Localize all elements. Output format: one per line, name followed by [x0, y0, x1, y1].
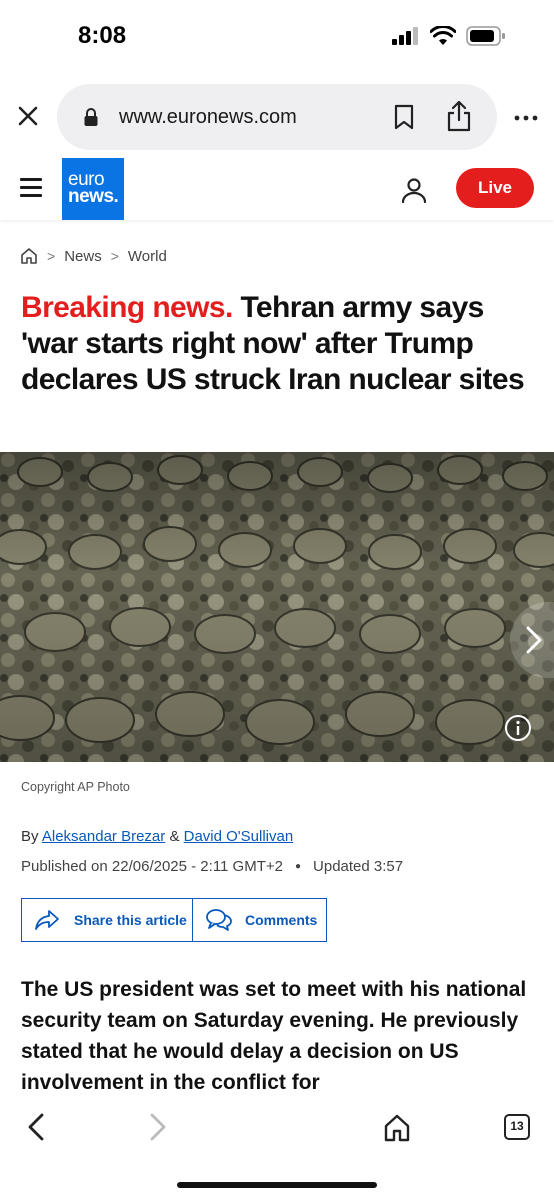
tabs-icon[interactable]: 13: [504, 1114, 530, 1140]
live-button[interactable]: Live: [456, 168, 534, 208]
signal-icon: [392, 27, 418, 45]
home-icon[interactable]: [20, 247, 38, 265]
more-icon[interactable]: [512, 104, 540, 132]
comments-icon: [206, 909, 232, 931]
comments-label: Comments: [245, 912, 318, 928]
home-icon[interactable]: [382, 1113, 412, 1143]
close-icon[interactable]: [14, 102, 42, 130]
breadcrumb-separator: >: [47, 248, 56, 264]
status-icons: [392, 26, 506, 46]
site-header: euro news. Live: [0, 156, 554, 220]
menu-icon[interactable]: [20, 178, 42, 198]
euronews-logo[interactable]: euro news.: [62, 158, 124, 220]
dot-separator: ●: [294, 861, 302, 872]
logo-line2: news.: [68, 186, 119, 207]
published-date: Published on 22/06/2025 - 2:11 GMT+2: [21, 858, 283, 875]
article-actions: Share this article Comments: [21, 898, 327, 942]
status-bar: 8:08: [0, 0, 554, 72]
lock-icon: [84, 108, 98, 126]
breadcrumb-world[interactable]: World: [128, 248, 167, 265]
share-arrow-icon: [35, 910, 59, 930]
photo-copyright: Copyright AP Photo: [21, 780, 130, 794]
browser-toolbar: 13: [0, 1100, 554, 1200]
battery-icon: [466, 26, 505, 46]
address-bar[interactable]: www.euronews.com: [57, 84, 497, 150]
author-link-1[interactable]: Aleksandar Brezar: [42, 828, 165, 845]
share-label: Share this article: [74, 912, 187, 928]
soldiers-image: [0, 452, 554, 762]
chevron-right-icon: [526, 626, 542, 654]
article-headline: Breaking news. Tehran army says 'war sta…: [21, 290, 531, 398]
by-label: By: [21, 828, 39, 845]
article-lead: The US president was set to meet with hi…: [21, 978, 527, 1094]
home-indicator: [177, 1182, 377, 1188]
back-icon[interactable]: [24, 1112, 50, 1142]
author-link-2[interactable]: David O'Sullivan: [184, 828, 294, 845]
breaking-news-label: Breaking news.: [21, 291, 233, 324]
comments-button[interactable]: Comments: [193, 899, 326, 941]
bookmark-icon[interactable]: [393, 104, 415, 130]
info-icon[interactable]: [504, 714, 532, 742]
user-icon[interactable]: [400, 176, 428, 204]
article-photo[interactable]: [0, 452, 554, 762]
wifi-icon: [430, 26, 456, 45]
byline: By Aleksandar Brezar & David O'Sullivan: [21, 828, 293, 845]
amp-label: &: [169, 828, 180, 845]
browser-bar: www.euronews.com: [0, 82, 554, 152]
breadcrumb: > News > World: [20, 247, 167, 265]
publish-info: Published on 22/06/2025 - 2:11 GMT+2 ● U…: [21, 858, 403, 875]
status-time: 8:08: [78, 22, 127, 49]
breadcrumb-news[interactable]: News: [64, 248, 102, 265]
updated-time: Updated 3:57: [313, 858, 404, 875]
share-icon[interactable]: [445, 99, 473, 133]
forward-icon[interactable]: [144, 1112, 170, 1142]
url-text: www.euronews.com: [119, 106, 297, 128]
share-article-button[interactable]: Share this article: [22, 899, 193, 941]
next-image-button[interactable]: [510, 602, 554, 678]
breadcrumb-separator: >: [110, 248, 119, 264]
